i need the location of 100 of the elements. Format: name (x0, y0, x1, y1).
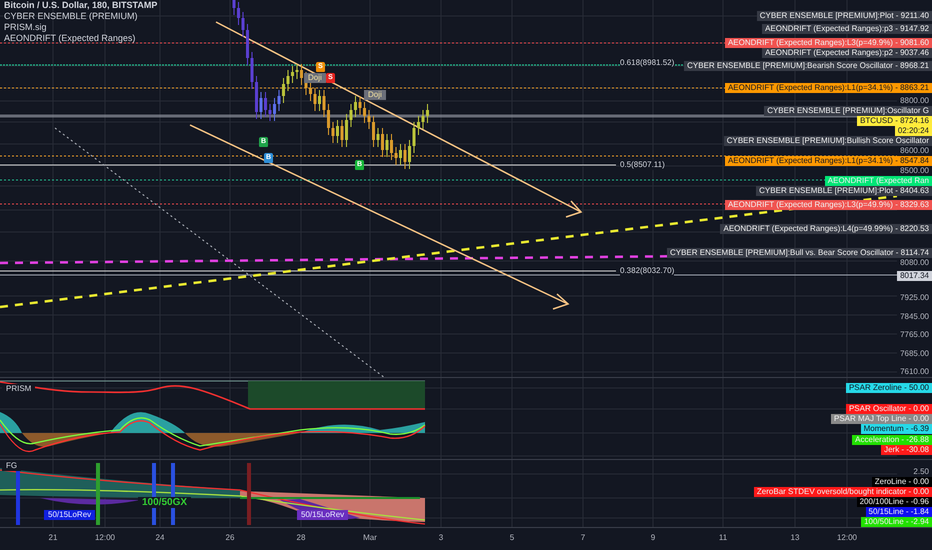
time-axis-label: 21 (48, 532, 58, 544)
time-axis-label: 7 (580, 532, 586, 544)
candle (282, 78, 285, 104)
candle (399, 144, 402, 166)
signal-tag: 50/15LoRev (44, 510, 96, 520)
legend-text: AEONDRIFT (Expected Ranges) (4, 33, 136, 44)
price-label: CYBER ENSEMBLE [PREMIUM]:Oscillator G (764, 106, 932, 116)
candle (286, 70, 290, 92)
candle (340, 120, 344, 148)
price-label: 8017.34 (897, 270, 932, 281)
price-label: ZeroBar STDEV oversold/bought indicator - 0.00 (754, 487, 932, 497)
candle (246, 24, 249, 66)
price-label: AEONDRIFT (Expected Ran (824, 176, 932, 186)
candle (336, 120, 339, 144)
candle (242, 12, 244, 38)
fib-level-label: 0.5(8507.11) (620, 160, 665, 170)
candle (314, 88, 316, 112)
fib-level-label: 0.618(8981.52) (620, 58, 674, 68)
time-axis-label: 12:00 (94, 532, 116, 544)
axis-tick-label: 7610.00 (900, 367, 929, 377)
candle (250, 52, 254, 90)
price-label: PSAR Zeroline - 50.00 (846, 383, 932, 393)
candle (332, 122, 334, 144)
legend-text: CYBER ENSEMBLE (PREMIUM) (4, 11, 139, 22)
candle (354, 96, 357, 118)
price-label: AEONDRIFT (Expected Ranges):L1(p=34.1%) - 8547.84 (724, 156, 932, 166)
candle (408, 140, 411, 170)
candle (232, 0, 236, 16)
candle (322, 90, 326, 118)
candle (404, 144, 406, 170)
price-label: ZeroLine - 0.00 (872, 477, 932, 487)
signal-tag: 50/15LoRev (297, 510, 348, 520)
time-axis-label: 9 (650, 532, 656, 544)
axis-tick-label: 8500.00 (900, 166, 929, 176)
candle (417, 116, 420, 136)
time-axis-label: Mar (363, 532, 377, 544)
axis-tick-label: 8080.00 (900, 258, 929, 268)
price-label: 100/50Line - -2.94 (861, 517, 932, 527)
time-axis-label: 11 (718, 532, 728, 544)
price-label: CYBER ENSEMBLE [PREMIUM]:Plot - 8404.63 (756, 186, 932, 196)
candle (376, 128, 380, 148)
pane-title: FG (2, 461, 22, 471)
signal-tag: 100/50GX (138, 497, 192, 508)
time-axis-label: 13 (790, 532, 800, 544)
candle (260, 92, 262, 120)
price-label: CYBER ENSEMBLE [PREMIUM]:Bullish Score Oscillator (724, 136, 932, 146)
price-label: AEONDRIFT (Expected Ranges):L3(p=49.9%) - 9081.60 (724, 38, 932, 48)
price-label: CYBER ENSEMBLE [PREMIUM]:Bull vs. Bear Score Oscillator - 8114.74 (666, 248, 932, 258)
candle (426, 104, 429, 124)
legend-text: PRISM.sig (4, 22, 48, 33)
time-axis-label: 12:00 (836, 532, 858, 544)
price-label: PSAR MAJ Top Line - 0.00 (830, 414, 932, 424)
axis-tick-label: 8800.00 (900, 96, 929, 106)
price-label: AEONDRIFT (Expected Ranges):p3 - 9147.92 (762, 24, 932, 34)
price-label: CYBER ENSEMBLE [PREMIUM]:Bearish Score Oscillator - 8968.21 (684, 61, 932, 72)
pane-title: PRISM (2, 384, 36, 394)
candle (372, 116, 375, 148)
price-label: AEONDRIFT (Expected Ranges):L4(p=49.99%) - 8220.53 (720, 224, 932, 234)
axis-tick-label: 7685.00 (900, 349, 929, 360)
price-label: 50/15Line - -1.84 (866, 507, 932, 517)
price-label: Acceleration - -26.88 (852, 435, 932, 445)
axis-tick-label: 7845.00 (900, 312, 929, 322)
price-label: AEONDRIFT (Expected Ranges):L1(p=34.1%) - 8863.21 (724, 82, 932, 93)
price-label: BTCUSD - 8724.16 (857, 116, 932, 126)
pattern-label: Doji (304, 73, 326, 83)
time-axis-label: 24 (156, 532, 164, 544)
candle (300, 64, 303, 86)
candle (237, 2, 240, 26)
candle (412, 122, 416, 154)
price-label: PSAR Oscillator - 0.00 (846, 404, 932, 414)
axis-tick-label: 7765.00 (900, 330, 929, 340)
price-label: CYBER ENSEMBLE [PREMIUM]:Plot - 9211.40 (756, 10, 932, 21)
candle (327, 104, 330, 136)
price-label: Jerk - -30.08 (881, 445, 932, 455)
candle (255, 76, 258, 120)
time-axis-label: 5 (510, 532, 514, 544)
candle (273, 98, 276, 122)
candle (381, 128, 384, 158)
axis-tick-label: 2.50 (913, 467, 929, 477)
candle (264, 92, 267, 118)
candle (390, 134, 393, 160)
price-label: 200/100Line - -0.96 (856, 497, 932, 507)
axis-tick-label: 8600.00 (900, 146, 929, 156)
time-axis-label: 28 (296, 532, 306, 544)
candle (368, 110, 370, 130)
pattern-label: Doji (364, 90, 386, 100)
price-label: 02:20:24 (894, 126, 932, 136)
candle (422, 110, 424, 130)
fib-level-label: 0.382(8032.70) (620, 266, 674, 276)
price-label: AEONDRIFT (Expected Ranges):p2 - 9037.46 (762, 48, 932, 58)
time-axis-label: 3 (438, 532, 444, 544)
candle (318, 90, 321, 112)
axis-tick-label: 7925.00 (900, 292, 929, 303)
candle (278, 90, 280, 112)
candle (350, 104, 352, 128)
candle (386, 134, 388, 158)
time-axis-label: 26 (226, 532, 234, 544)
candle (394, 146, 398, 166)
candle (358, 96, 362, 116)
candle (345, 114, 348, 148)
